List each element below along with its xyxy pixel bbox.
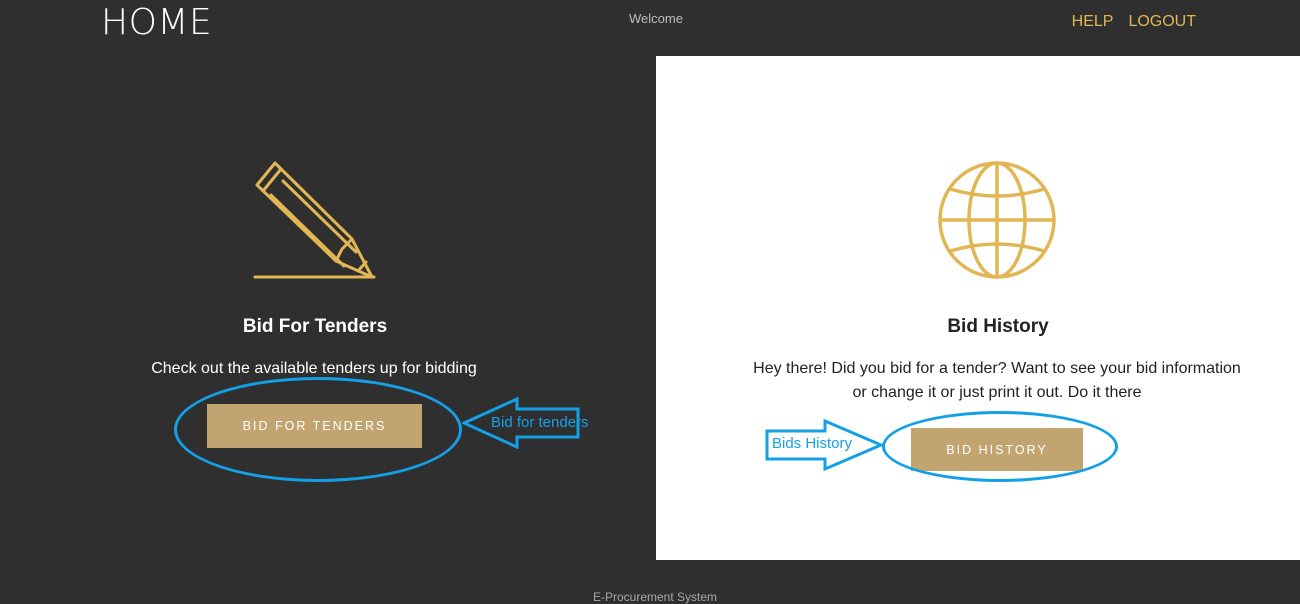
pencil-icon: [253, 161, 376, 279]
bid-tenders-description: Check out the available tenders up for b…: [151, 360, 477, 377]
bid-history-description-line1: Hey there! Did you bid for a tender? Wan…: [753, 360, 1241, 377]
bid-history-title: Bid History: [947, 316, 1049, 337]
bid-tenders-title: Bid For Tenders: [242, 316, 388, 337]
bid-history-button[interactable]: BID HISTORY: [911, 428, 1083, 471]
footer-text: E-Procurement System: [592, 590, 718, 604]
nav-links: HELP LOGOUT: [1072, 13, 1196, 31]
help-link[interactable]: HELP: [1072, 13, 1114, 31]
globe-icon: [938, 161, 1056, 279]
bid-for-tenders-button[interactable]: BID FOR TENDERS: [207, 404, 422, 448]
top-navbar: HOME Welcome HELP LOGOUT: [0, 0, 1300, 56]
welcome-text: Welcome: [629, 11, 683, 26]
bid-history-panel: Bid History Hey there! Did you bid for a…: [656, 56, 1300, 560]
bid-tenders-panel: Bid For Tenders Check out the available …: [0, 56, 656, 560]
logout-link[interactable]: LOGOUT: [1128, 13, 1196, 31]
footer: E-Procurement System: [0, 560, 1300, 604]
bid-history-description-line2: or change it or just print it out. Do it…: [852, 384, 1142, 401]
home-link[interactable]: HOME: [101, 2, 212, 43]
